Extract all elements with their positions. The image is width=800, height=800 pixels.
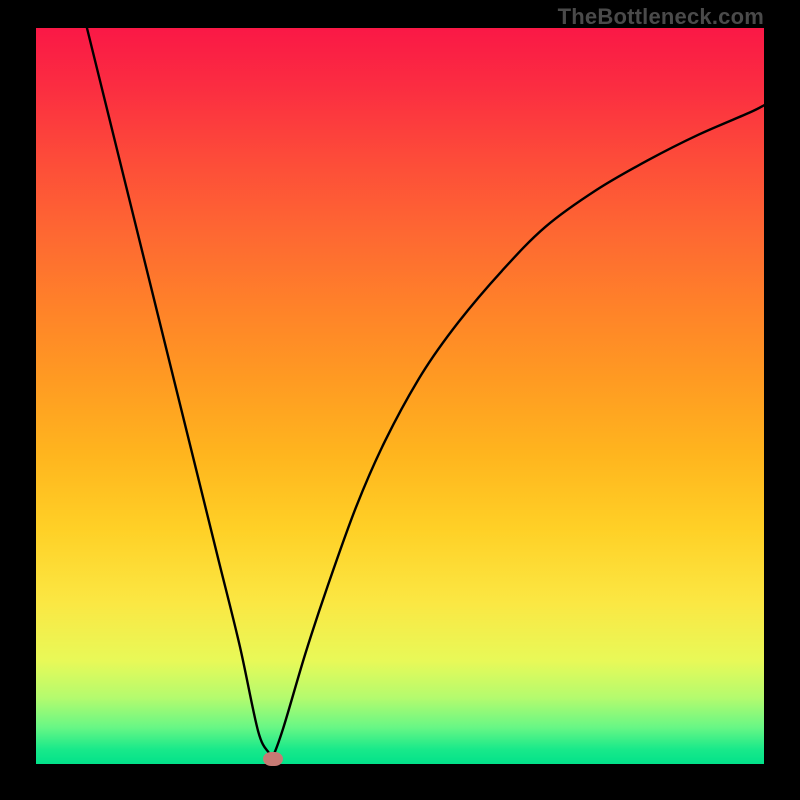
source-attribution: TheBottleneck.com [558, 4, 764, 30]
minimum-marker [263, 752, 283, 766]
chart-frame: TheBottleneck.com [0, 0, 800, 800]
bottleneck-curve [36, 28, 764, 764]
plot-area [36, 28, 764, 764]
